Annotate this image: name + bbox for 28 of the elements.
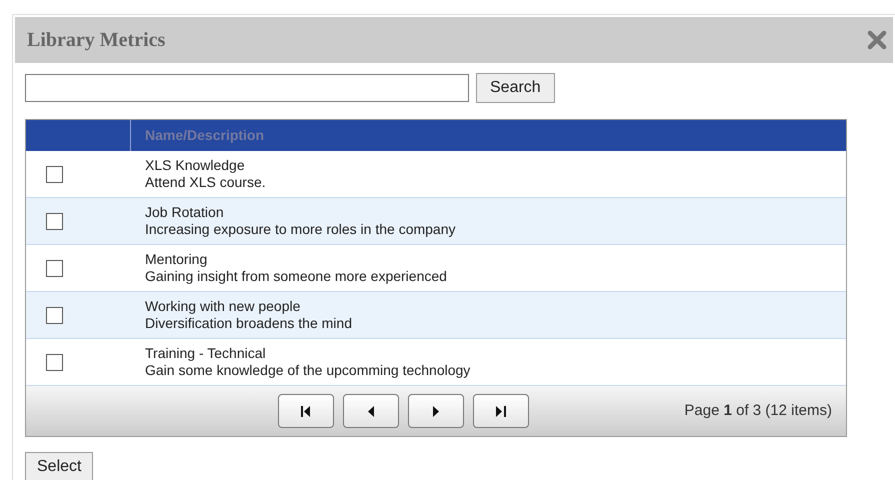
row-checkbox[interactable]	[46, 166, 63, 182]
item-description: Increasing exposure to more roles in the company	[145, 221, 456, 238]
item-description: Gaining insight from someone more experienced	[145, 268, 447, 285]
first-page-icon	[301, 406, 311, 416]
pager-button[interactable]	[278, 394, 334, 428]
column-header: Name/Description	[145, 126, 264, 145]
last-page-icon	[496, 406, 506, 416]
item-name: Mentoring	[145, 251, 208, 268]
select-button[interactable]: Select	[25, 452, 94, 480]
search-button[interactable]: Search	[476, 73, 555, 103]
pager-button[interactable]	[473, 394, 529, 428]
page-info: Page 1 of 3 (12 items)	[684, 400, 832, 421]
item-description: Gain some knowledge of the upcomming technology	[145, 362, 470, 379]
row-checkbox[interactable]	[46, 306, 63, 324]
close-icon[interactable]	[867, 30, 887, 50]
previous-icon	[368, 406, 374, 416]
row-checkbox[interactable]	[46, 354, 63, 370]
row-checkbox[interactable]	[46, 260, 63, 276]
item-description: Attend XLS course.	[145, 174, 266, 191]
item-description: Diversification broadens the mind	[145, 315, 352, 332]
dialog-title: Library Metrics	[27, 28, 166, 53]
item-name: XLS Knowledge	[145, 157, 246, 174]
next-icon	[433, 406, 439, 416]
search-field[interactable]	[25, 74, 469, 102]
item-name: Working with new people	[145, 298, 302, 315]
row-checkbox[interactable]	[46, 212, 63, 230]
item-name: Training - Technical	[145, 345, 267, 362]
item-name: Job Rotation	[145, 204, 225, 221]
